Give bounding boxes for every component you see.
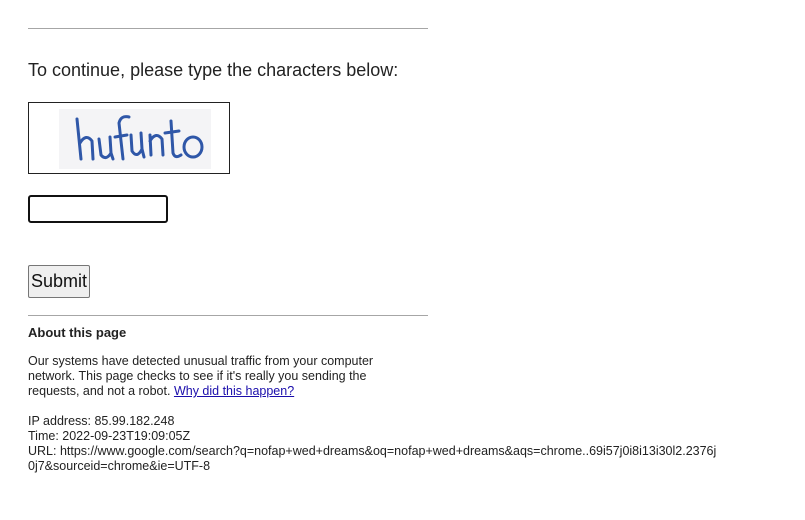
why-did-this-happen-link[interactable]: Why did this happen?	[174, 384, 294, 398]
captcha-input[interactable]	[28, 195, 168, 223]
request-details: IP address: 85.99.182.248 Time: 2022-09-…	[28, 414, 718, 474]
ip-address: IP address: 85.99.182.248	[28, 414, 175, 428]
submit-button[interactable]: Submit	[28, 265, 91, 298]
about-text: Our systems have detected unusual traffi…	[28, 354, 398, 399]
captcha-frame: hufunto	[28, 102, 230, 174]
captcha-image: hufunto	[59, 109, 211, 169]
request-url: URL: https://www.google.com/search?q=nof…	[28, 444, 717, 473]
middle-divider	[28, 315, 428, 316]
top-divider	[28, 28, 428, 29]
page-content: To continue, please type the characters …	[28, 28, 788, 474]
captcha-prompt: To continue, please type the characters …	[28, 60, 399, 80]
timestamp: Time: 2022-09-23T19:09:05Z	[28, 429, 191, 443]
about-heading: About this page	[28, 325, 127, 340]
